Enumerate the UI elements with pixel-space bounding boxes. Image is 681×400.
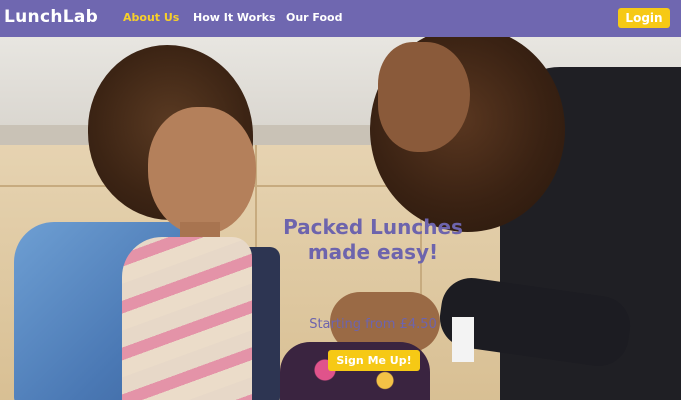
hero-headline-line2: made easy! — [307, 240, 439, 264]
logo[interactable]: LunchLab — [4, 7, 98, 27]
nav-link-how-it-works[interactable]: How It Works — [193, 11, 276, 24]
nav-link-our-food[interactable]: Our Food — [286, 11, 343, 24]
hero-section: Packed Lunches made easy! Starting from … — [0, 37, 681, 400]
login-button[interactable]: Login — [618, 8, 670, 28]
nav-link-about-us[interactable]: About Us — [123, 11, 179, 24]
hero-headline: Packed Lunches made easy! — [258, 215, 488, 265]
hero-price-text: Starting from £4.50 — [309, 317, 437, 332]
hero-headline-line1: Packed Lunches — [283, 215, 463, 239]
top-navigation: LunchLab About Us How It Works Our Food … — [0, 0, 681, 37]
sign-me-up-button[interactable]: Sign Me Up! — [328, 350, 420, 371]
